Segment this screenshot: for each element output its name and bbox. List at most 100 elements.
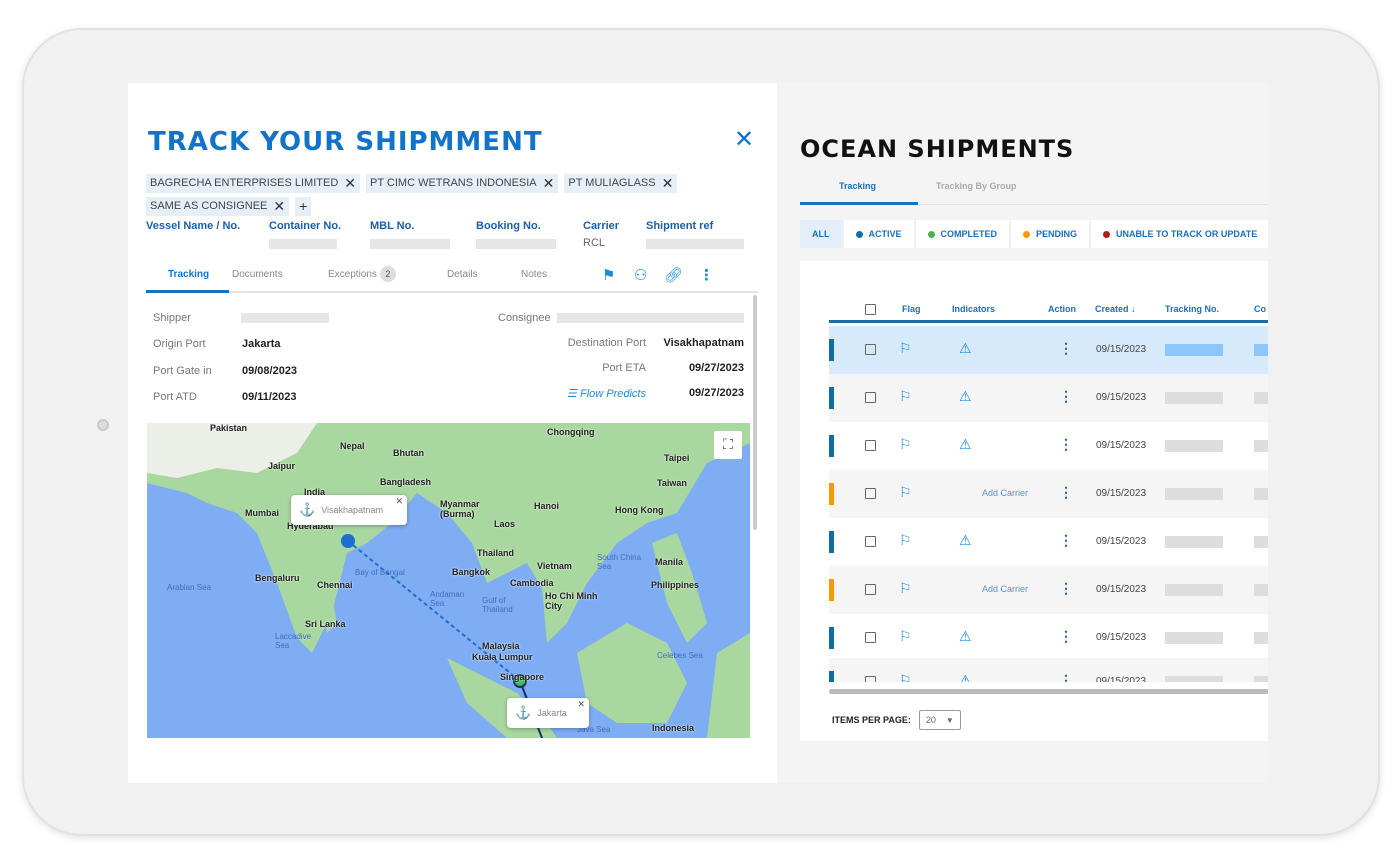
filter-unable-to-track-or-update[interactable]: UNABLE TO TRACK OR UPDATE: [1091, 220, 1268, 248]
col-created-label: Created: [1095, 304, 1129, 314]
col-flag[interactable]: Flag: [902, 304, 921, 314]
table-row[interactable]: ⚐ ⚠ ⋮ 09/15/2023: [829, 614, 1268, 662]
created-date: 09/15/2023: [1096, 536, 1147, 547]
warning-icon[interactable]: ⚠: [959, 628, 972, 645]
flag-icon[interactable]: ⚐: [899, 484, 912, 501]
close-popup-icon[interactable]: ✕: [395, 496, 403, 507]
route-map[interactable]: Pakistan Nepal Bhutan India Jaipur Mumbai Hyde…: [147, 423, 750, 738]
origin-popup[interactable]: ⚓ Jakarta ✕: [507, 698, 589, 728]
filter-active[interactable]: ACTIVE: [843, 220, 914, 248]
col-co[interactable]: Co: [1254, 304, 1266, 314]
table-row[interactable]: ⚐ ⚠ ⋮ 09/15/2023: [829, 518, 1268, 566]
chip-label: PT CIMC WETRANS INDONESIA: [370, 177, 537, 189]
flag-icon[interactable]: ⚐: [899, 436, 912, 453]
remove-chip-icon[interactable]: ✕: [273, 197, 285, 216]
tab-notes[interactable]: Notes: [521, 269, 547, 280]
row-checkbox[interactable]: [865, 488, 876, 499]
close-popup-icon[interactable]: ✕: [577, 699, 585, 710]
map-place-label: Thailand: [477, 548, 515, 558]
map-place-label: Philippines: [651, 580, 700, 590]
warning-icon[interactable]: ⚠: [959, 672, 972, 682]
flag-icon[interactable]: ⚐: [899, 580, 912, 597]
table-row[interactable]: ⚐ ⚠ ⋮ 09/15/2023: [829, 422, 1268, 470]
table-row[interactable]: ⚐ Add Carrier ⋮ 09/15/2023: [829, 566, 1268, 614]
destination-popup[interactable]: ⚓ Visakhapatnam ✕: [291, 495, 407, 525]
row-checkbox[interactable]: [865, 584, 876, 595]
add-carrier-link[interactable]: Add Carrier: [982, 584, 1028, 594]
items-per-page-select[interactable]: 20 ▼: [918, 710, 961, 730]
filter-all[interactable]: ALL: [800, 220, 842, 248]
more-icon[interactable]: ⋮: [1059, 436, 1073, 453]
row-checkbox[interactable]: [865, 392, 876, 403]
party-chip: BAGRECHA ENTERPRISES LIMITED ✕: [146, 174, 360, 193]
party-chip: PT MULIAGLASS ✕: [564, 174, 678, 193]
status-bar: [829, 531, 834, 553]
add-carrier-link[interactable]: Add Carrier: [982, 488, 1028, 498]
vertical-scrollbar[interactable]: [753, 295, 757, 530]
row-checkbox[interactable]: [865, 536, 876, 547]
remove-chip-icon[interactable]: ✕: [543, 174, 555, 193]
created-date: 09/15/2023: [1096, 584, 1147, 595]
detail-tabs: Tracking Documents Exceptions 2 Details N…: [146, 263, 758, 293]
tab-tracking[interactable]: Tracking: [839, 181, 876, 191]
add-chip-button[interactable]: +: [295, 197, 312, 216]
remove-chip-icon[interactable]: ✕: [344, 174, 356, 193]
warning-icon[interactable]: ⚠: [959, 436, 972, 453]
table-row[interactable]: ⚐ ⚠ ⋮ 09/15/2023: [829, 326, 1268, 374]
more-icon[interactable]: ⋮: [699, 266, 714, 284]
filter-pending[interactable]: PENDING: [1011, 220, 1090, 248]
flag-icon[interactable]: ⚐: [899, 340, 912, 357]
row-checkbox[interactable]: [865, 344, 876, 355]
map-place-label: Taipei: [664, 453, 690, 463]
table-row[interactable]: ⚐ ⚠ ⋮ 09/15/2023: [829, 374, 1268, 422]
table-row[interactable]: ⚐ Add Carrier ⋮ 09/15/2023: [829, 470, 1268, 518]
remove-chip-icon[interactable]: ✕: [662, 174, 674, 193]
filter-label: ALL: [812, 229, 830, 239]
more-icon[interactable]: ⋮: [1059, 340, 1073, 357]
shipments-table: Flag Indicators Action Created ↓ Trackin…: [800, 261, 1268, 741]
co-value: [1254, 536, 1268, 548]
table-row[interactable]: ⚐ ⚠ ⋮ 09/15/2023: [829, 658, 1268, 682]
tab-exceptions[interactable]: Exceptions 2: [328, 266, 396, 282]
more-icon[interactable]: ⋮: [1059, 484, 1073, 501]
col-indicators[interactable]: Indicators: [952, 304, 995, 314]
col-tracking-no[interactable]: Tracking No.: [1165, 304, 1219, 314]
tab-tracking-by-group[interactable]: Tracking By Group: [936, 181, 1017, 191]
row-checkbox[interactable]: [865, 440, 876, 451]
more-icon[interactable]: ⋮: [1059, 532, 1073, 549]
flag-icon[interactable]: ⚐: [899, 532, 912, 549]
warning-icon[interactable]: ⚠: [959, 532, 972, 549]
warning-icon[interactable]: ⚠: [959, 388, 972, 405]
col-created[interactable]: Created ↓: [1095, 304, 1136, 314]
select-all-checkbox[interactable]: [865, 304, 876, 315]
tab-tracking[interactable]: Tracking: [168, 269, 209, 280]
created-date: 09/15/2023: [1096, 440, 1147, 451]
more-icon[interactable]: ⋮: [1059, 580, 1073, 597]
warning-icon[interactable]: ⚠: [959, 340, 972, 357]
map-place-label: Pakistan: [210, 423, 248, 433]
more-icon[interactable]: ⋮: [1059, 628, 1073, 645]
horizontal-scrollbar[interactable]: [829, 689, 1268, 694]
fullscreen-icon[interactable]: ⛶: [714, 431, 742, 459]
co-value: [1254, 392, 1268, 404]
co-value: [1254, 344, 1268, 356]
close-icon[interactable]: ✕: [734, 125, 754, 153]
flag-icon[interactable]: ⚐: [899, 628, 912, 645]
filter-completed[interactable]: COMPLETED: [915, 220, 1010, 248]
flag-icon[interactable]: ⚑: [602, 266, 615, 284]
row-checkbox[interactable]: [865, 676, 876, 682]
tab-details[interactable]: Details: [447, 269, 478, 280]
flow-predicts-link[interactable]: ☰ Flow Predicts: [567, 387, 646, 400]
tracking-no: [1165, 584, 1223, 596]
flag-icon[interactable]: ⚐: [899, 672, 912, 682]
flag-icon[interactable]: ⚐: [899, 388, 912, 405]
tab-documents[interactable]: Documents: [232, 269, 283, 280]
link-icon[interactable]: 🔗︎: [664, 266, 683, 284]
booking-label: Booking No.: [476, 220, 541, 232]
row-checkbox[interactable]: [865, 632, 876, 643]
created-date: 09/15/2023: [1096, 344, 1147, 355]
more-icon[interactable]: ⋮: [1059, 672, 1073, 682]
users-icon[interactable]: ⚇: [634, 266, 647, 284]
more-icon[interactable]: ⋮: [1059, 388, 1073, 405]
port-gate-in-label: Port Gate in: [153, 365, 212, 377]
